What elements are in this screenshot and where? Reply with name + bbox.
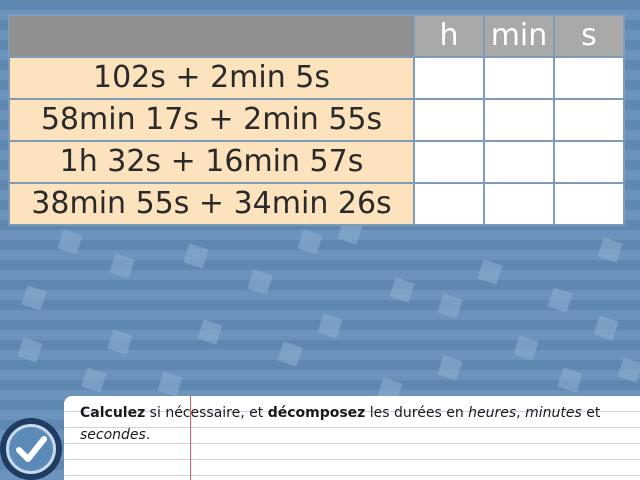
table-header-row: h min s [8, 14, 625, 58]
header-minutes: min [483, 14, 555, 58]
table-row: 58min 17s + 2min 55s [8, 98, 625, 142]
exercise-table: h min s 102s + 2min 5s 58min 17s + 2min … [8, 14, 625, 226]
header-hours: h [413, 14, 485, 58]
instruction-italic-heures: heures [468, 405, 517, 421]
header-blank-cell [8, 14, 415, 58]
answer-hours-input[interactable] [413, 56, 485, 100]
instruction-bold-calculez: Calculez [80, 405, 146, 421]
table-row: 1h 32s + 16min 57s [8, 140, 625, 184]
answer-minutes-input[interactable] [483, 140, 555, 184]
instruction-text: Calculez si nécessaire, et décomposez le… [80, 402, 634, 446]
instruction-italic-minutes: minutes [525, 405, 582, 421]
instruction-fragment: les durées en [365, 405, 469, 421]
expression-cell: 102s + 2min 5s [8, 56, 415, 100]
header-seconds: s [553, 14, 625, 58]
answer-seconds-input[interactable] [553, 140, 625, 184]
instruction-fragment: , [516, 405, 526, 421]
answer-seconds-input[interactable] [553, 56, 625, 100]
answer-seconds-input[interactable] [553, 182, 625, 226]
table-row: 102s + 2min 5s [8, 56, 625, 100]
answer-minutes-input[interactable] [483, 56, 555, 100]
expression-cell: 38min 55s + 34min 26s [8, 182, 415, 226]
answer-minutes-input[interactable] [483, 182, 555, 226]
answer-hours-input[interactable] [413, 98, 485, 142]
instruction-bold-decomposez: décomposez [267, 405, 366, 421]
answer-minutes-input[interactable] [483, 98, 555, 142]
instruction-fragment: et [581, 405, 601, 421]
answer-hours-input[interactable] [413, 182, 485, 226]
check-icon [6, 424, 56, 474]
expression-cell: 58min 17s + 2min 55s [8, 98, 415, 142]
instruction-panel: Calculez si nécessaire, et décomposez le… [64, 396, 640, 480]
answer-seconds-input[interactable] [553, 98, 625, 142]
expression-cell: 1h 32s + 16min 57s [8, 140, 415, 184]
instruction-italic-secondes: secondes [80, 427, 146, 443]
answer-hours-input[interactable] [413, 140, 485, 184]
validate-button[interactable] [0, 418, 62, 480]
instruction-fragment: . [145, 427, 151, 443]
table-row: 38min 55s + 34min 26s [8, 182, 625, 226]
instruction-fragment: si nécessaire, et [145, 405, 268, 421]
